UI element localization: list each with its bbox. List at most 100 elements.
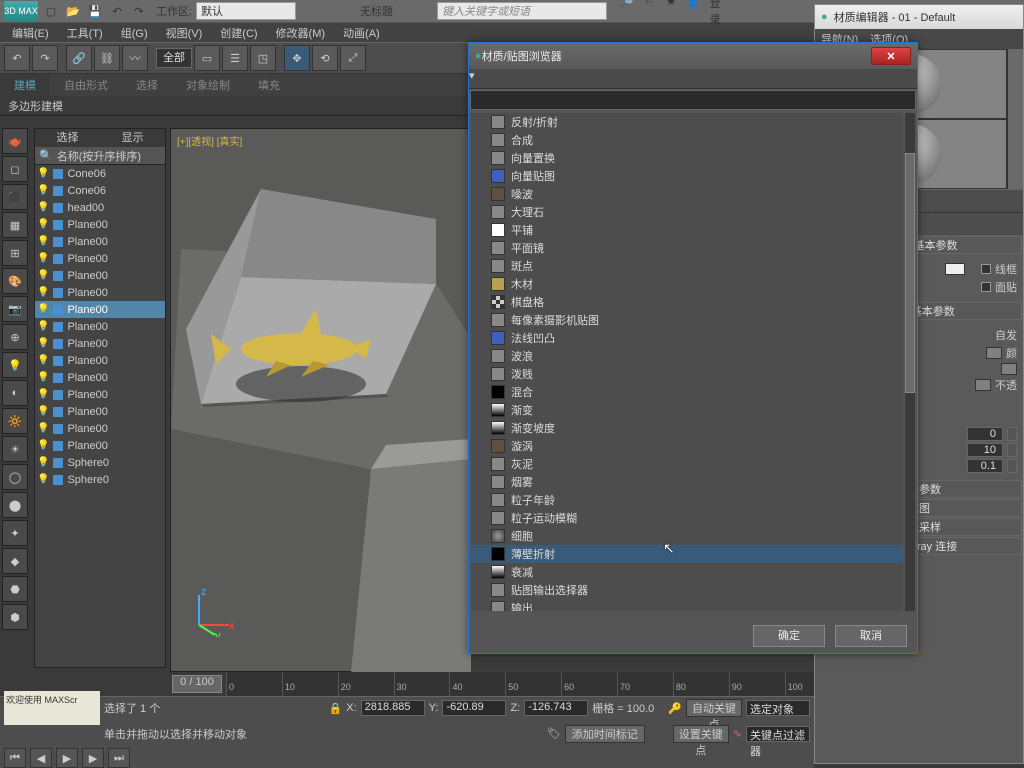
scene-list-item[interactable]: 💡Plane00 xyxy=(35,267,165,284)
list-item[interactable]: 每像素摄影机贴图 xyxy=(471,311,903,329)
list-item[interactable]: 平铺 xyxy=(471,221,903,239)
visibility-icon[interactable]: 💡 xyxy=(37,321,49,332)
visibility-icon[interactable]: 💡 xyxy=(37,202,49,213)
y-input[interactable]: -620.89 xyxy=(442,700,506,716)
goto-start-button[interactable]: ⏮ xyxy=(4,748,26,768)
key-icon[interactable]: 🔑 xyxy=(668,702,682,715)
select-name-button[interactable]: ☰ xyxy=(222,45,248,71)
scene-list-item[interactable]: 💡Cone06 xyxy=(35,165,165,182)
scene-tab-select[interactable]: 选择 xyxy=(35,129,100,147)
scene-list-item[interactable]: 💡Plane00 xyxy=(35,437,165,454)
open-icon[interactable]: 📂 xyxy=(64,2,82,20)
ok-button[interactable]: 确定 xyxy=(753,625,825,647)
scene-list-item[interactable]: 💡Plane00 xyxy=(35,318,165,335)
list-item[interactable]: 平面镜 xyxy=(471,239,903,257)
viewport-perspective[interactable]: [+][透视] [真实] z x y xyxy=(170,128,470,672)
menu-item[interactable]: 动画(A) xyxy=(335,23,388,43)
left-tool-icon[interactable]: ◯ xyxy=(2,464,28,490)
list-item[interactable]: 薄壁折射 xyxy=(471,545,903,563)
visibility-icon[interactable]: 💡 xyxy=(37,168,49,179)
menu-item[interactable]: 修改器(M) xyxy=(268,23,334,43)
visibility-icon[interactable]: 💡 xyxy=(37,423,49,434)
scene-list-item[interactable]: 💡Plane00 xyxy=(35,403,165,420)
list-item[interactable]: 粒子年龄 xyxy=(471,491,903,509)
unlink-button[interactable]: ⛓ xyxy=(94,45,120,71)
visibility-icon[interactable]: 💡 xyxy=(37,304,49,315)
spinner-buttons[interactable] xyxy=(1007,443,1017,457)
viewport-label[interactable]: [+][透视] [真实] xyxy=(177,133,242,148)
scroll-thumb[interactable] xyxy=(905,153,915,393)
search-input[interactable]: 键入关键字或短语 xyxy=(437,2,607,20)
scene-list-item[interactable]: 💡Plane00 xyxy=(35,233,165,250)
menu-item[interactable]: 工具(T) xyxy=(59,23,111,43)
save-icon[interactable]: 💾 xyxy=(86,2,104,20)
list-item[interactable]: 反射/折射 xyxy=(471,113,903,131)
visibility-icon[interactable]: 💡 xyxy=(37,185,49,196)
left-tool-icon[interactable]: ✦ xyxy=(2,520,28,546)
spinner-buttons[interactable] xyxy=(1007,427,1017,441)
left-tool-icon[interactable]: 🔆 xyxy=(2,408,28,434)
scene-tab-display[interactable]: 显示 xyxy=(100,129,165,147)
visibility-icon[interactable]: 💡 xyxy=(37,372,49,383)
scene-list-item[interactable]: 💡Plane00 xyxy=(35,301,165,318)
undo-icon[interactable]: ↶ xyxy=(108,2,126,20)
scale-button[interactable]: ⤢ xyxy=(340,45,366,71)
redo-icon[interactable]: ↷ xyxy=(130,2,148,20)
list-item[interactable]: 灰泥 xyxy=(471,455,903,473)
gloss-spinner[interactable]: 10 xyxy=(967,443,1003,457)
undo-button[interactable]: ↶ xyxy=(4,45,30,71)
play-button[interactable]: ▶ xyxy=(56,748,78,768)
spec-level-spinner[interactable]: 0 xyxy=(967,427,1003,441)
scene-header[interactable]: 🔍 名称(按升序排序) xyxy=(35,147,165,165)
add-time-tag[interactable]: 添加时间标记 xyxy=(565,725,645,743)
setkey-button[interactable]: 设置关键点 xyxy=(673,725,729,743)
list-item[interactable]: 棋盘格 xyxy=(471,293,903,311)
list-item[interactable]: 渐变 xyxy=(471,401,903,419)
scene-list-item[interactable]: 💡Cone06 xyxy=(35,182,165,199)
left-tool-icon[interactable]: ⊞ xyxy=(2,240,28,266)
time-slider[interactable]: 0 / 100 xyxy=(172,675,222,693)
facemap-checkbox[interactable] xyxy=(981,282,991,292)
user-icon[interactable]: 👤 xyxy=(685,0,701,27)
ribbon-tab[interactable]: 填充 xyxy=(244,74,294,96)
list-item[interactable]: 向量贴图 xyxy=(471,167,903,185)
redo-button[interactable]: ↷ xyxy=(32,45,58,71)
time-ruler[interactable]: 0102030405060708090100 xyxy=(226,672,814,696)
new-icon[interactable]: ▢ xyxy=(42,2,60,20)
workspace-select[interactable]: 默认 xyxy=(196,2,296,20)
visibility-icon[interactable]: 💡 xyxy=(37,389,49,400)
material-editor-titlebar[interactable]: ● 材质编辑器 - 01 - Default xyxy=(815,5,1023,29)
scene-list-item[interactable]: 💡Plane00 xyxy=(35,369,165,386)
autokey-button[interactable]: 自动关键点 xyxy=(686,699,742,717)
visibility-icon[interactable]: 💡 xyxy=(37,440,49,451)
star-icon[interactable]: ★ xyxy=(663,0,679,27)
browser-scrollbar[interactable] xyxy=(905,113,915,611)
key-filter-select[interactable]: 关键点过滤器 xyxy=(746,726,810,742)
list-item[interactable]: 细胞 xyxy=(471,527,903,545)
select-button[interactable]: ▭ xyxy=(194,45,220,71)
z-input[interactable]: -126.743 xyxy=(524,700,588,716)
visibility-icon[interactable]: 💡 xyxy=(37,338,49,349)
scene-list-item[interactable]: 💡Plane00 xyxy=(35,250,165,267)
list-item[interactable]: 斑点 xyxy=(471,257,903,275)
scene-list-item[interactable]: 💡Sphere0 xyxy=(35,454,165,471)
menu-item[interactable]: 视图(V) xyxy=(158,23,211,43)
slot-scrollbar[interactable] xyxy=(1007,49,1023,189)
ribbon-tab[interactable]: 自由形式 xyxy=(50,74,122,96)
left-tool-icon[interactable]: ◐ xyxy=(2,380,28,406)
list-item[interactable]: 木材 xyxy=(471,275,903,293)
login-link[interactable]: 登录 xyxy=(707,0,723,27)
list-item[interactable]: 粒子运动模糊 xyxy=(471,509,903,527)
flag-icon[interactable]: ⚐ xyxy=(641,0,657,27)
specular-swatch[interactable] xyxy=(975,379,991,391)
visibility-icon[interactable]: 💡 xyxy=(37,355,49,366)
visibility-icon[interactable]: 💡 xyxy=(37,253,49,264)
left-tool-icon[interactable]: ⬤ xyxy=(2,492,28,518)
menu-item[interactable]: 组(G) xyxy=(113,23,156,43)
menu-item[interactable]: 创建(C) xyxy=(212,23,265,43)
list-item[interactable]: 法线凹凸 xyxy=(471,329,903,347)
tag-icon[interactable]: 🏷 xyxy=(547,727,561,740)
rotate-button[interactable]: ⟲ xyxy=(312,45,338,71)
x-input[interactable]: 2818.885 xyxy=(361,700,425,716)
list-item[interactable]: 混合 xyxy=(471,383,903,401)
